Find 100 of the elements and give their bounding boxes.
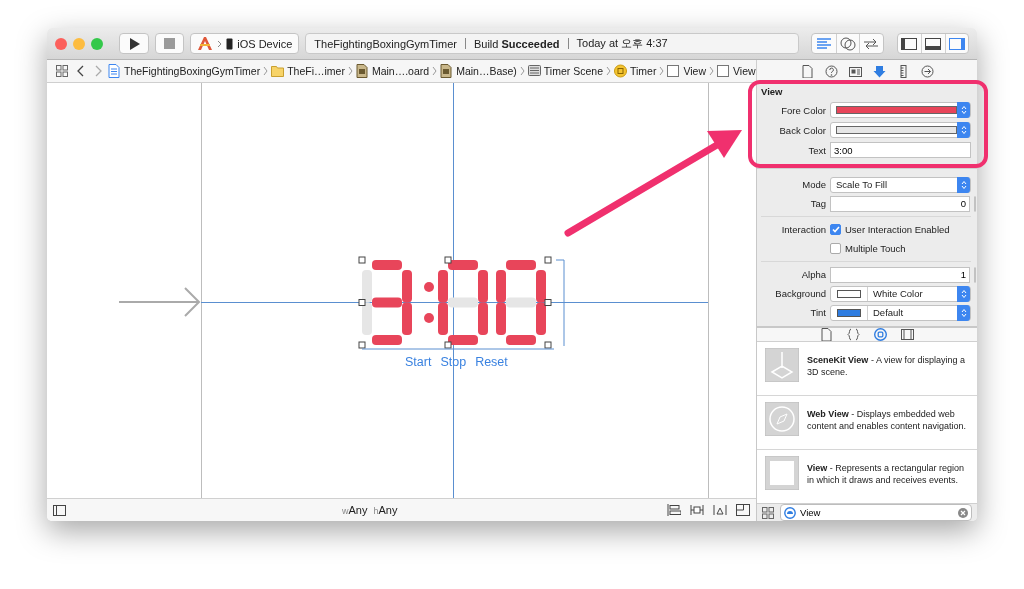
- inspector-tab[interactable]: [848, 64, 862, 78]
- updown-icon: [960, 125, 967, 135]
- project-name: TheFightingBoxingGymTimer: [314, 37, 457, 50]
- lines-icon: [816, 37, 832, 50]
- breadcrumb-item[interactable]: Timer Scene: [527, 64, 603, 78]
- align-button[interactable]: [667, 504, 681, 516]
- arrow-circle-icon: [920, 64, 934, 78]
- canvas-button[interactable]: Start: [405, 355, 432, 369]
- breadcrumb-item[interactable]: View: [717, 64, 756, 78]
- document-icon: [108, 64, 121, 78]
- file-icon: [820, 328, 833, 341]
- color-picker[interactable]: [830, 122, 971, 138]
- grid-view-button[interactable]: [762, 506, 774, 519]
- inspector-tab[interactable]: [872, 64, 886, 78]
- phone-icon: [226, 37, 234, 50]
- mode-dropdown[interactable]: Scale To Fill: [830, 176, 971, 193]
- app-icon: [197, 36, 214, 51]
- library-item-description: SceneKit View - A view for displaying a 3D scene.: [807, 354, 966, 378]
- library-item-description: View - Represents a rectangular region in which it draws and receives events.: [807, 462, 965, 486]
- document-icon: [355, 64, 369, 78]
- folder-icon: [271, 64, 285, 78]
- size-class-control[interactable]: wAny hAny: [342, 504, 398, 516]
- stop-icon: [163, 38, 175, 49]
- field-label: Interaction: [780, 224, 826, 235]
- breadcrumb-item[interactable]: TheFightingBoxingGymTimer: [108, 64, 261, 78]
- field-label: Tint: [809, 307, 826, 318]
- breadcrumb-item[interactable]: Timer: [614, 64, 657, 78]
- inspector-tab[interactable]: [824, 64, 838, 78]
- breadcrumb-item[interactable]: View: [667, 64, 706, 78]
- arrow-down-icon: [872, 64, 886, 78]
- entry-arrow-icon: [119, 287, 201, 317]
- panel-bottom-icon: [925, 37, 942, 50]
- scheme-selector[interactable]: iOS Device: [190, 33, 300, 54]
- field-label: Fore Color: [780, 104, 826, 116]
- filter-field[interactable]: View: [780, 504, 972, 521]
- align-icon: [667, 504, 681, 516]
- grid-icon: [762, 506, 774, 519]
- circles-icon: [839, 36, 856, 51]
- chevron-icon: [217, 39, 223, 48]
- checkbox-label: User Interaction Enabled: [845, 224, 950, 235]
- checkbox[interactable]: [830, 224, 841, 235]
- canvas-button[interactable]: Reset: [475, 355, 508, 369]
- cube-base-icon: [765, 348, 799, 382]
- field-label: Mode: [801, 179, 826, 190]
- square-icon: [667, 64, 681, 78]
- chevron-icon: [659, 66, 665, 76]
- number-field[interactable]: 0: [830, 195, 970, 212]
- film-icon: [901, 328, 914, 341]
- chevron-icon: [347, 66, 353, 76]
- inspector-tab[interactable]: [901, 328, 914, 341]
- section-title: View: [761, 86, 784, 97]
- build-status-label: Build: [473, 37, 499, 50]
- run-button[interactable]: [119, 33, 149, 54]
- checkmark-icon: [831, 226, 840, 233]
- inspector-tab[interactable]: [820, 328, 833, 341]
- breadcrumb-item[interactable]: TheFi…imer: [271, 64, 345, 78]
- color-dropdown[interactable]: Default: [830, 304, 971, 321]
- sidebar-left-icon: [901, 37, 918, 50]
- color-picker[interactable]: [830, 102, 971, 118]
- chevron-icon: [263, 66, 269, 76]
- field-label: Alpha: [800, 269, 826, 280]
- chevron-left-icon: [77, 65, 85, 77]
- pin-button[interactable]: [690, 504, 704, 516]
- utilities-toggle[interactable]: [944, 34, 968, 53]
- circle-square-icon: [874, 328, 887, 341]
- inspector-tab[interactable]: [920, 64, 934, 78]
- checkbox-label: Multiple Touch: [845, 243, 906, 254]
- list-icon: [527, 64, 541, 78]
- checkbox[interactable]: [830, 243, 841, 254]
- pin-icon: [690, 504, 704, 516]
- updown-icon: [960, 179, 967, 190]
- outline-toggle[interactable]: [53, 504, 66, 516]
- breadcrumb-item[interactable]: Main….oard: [355, 64, 430, 78]
- document-icon: [440, 64, 454, 78]
- updown-icon: [960, 307, 967, 318]
- inspector-tab[interactable]: [800, 64, 814, 78]
- triangle-icon: [713, 504, 727, 516]
- related-items-button[interactable]: [53, 65, 71, 77]
- resizing-button[interactable]: [736, 504, 750, 516]
- sidebar-right-icon: [948, 37, 965, 50]
- color-dropdown[interactable]: White Color: [830, 285, 971, 302]
- field-label: Text: [807, 144, 826, 156]
- chevron-right-icon: [94, 65, 102, 77]
- resolve-button[interactable]: [713, 504, 727, 516]
- square-icon: [717, 64, 730, 78]
- breadcrumb-item[interactable]: Main…Base): [440, 64, 517, 78]
- stop-button[interactable]: [154, 33, 185, 54]
- editor-mode-control[interactable]: [811, 33, 884, 54]
- view-toggle-control[interactable]: [896, 33, 969, 54]
- field-label: Tag: [809, 198, 826, 209]
- updown-icon: [960, 105, 967, 115]
- inspector-tab[interactable]: [874, 328, 887, 341]
- play-icon: [127, 37, 140, 50]
- text-field[interactable]: 3:00: [830, 142, 971, 158]
- inspector-tab[interactable]: [847, 328, 860, 341]
- updown-icon: [960, 288, 967, 299]
- selection-handles[interactable]: [358, 256, 568, 352]
- number-field[interactable]: 1: [830, 266, 970, 283]
- resize-icon: [736, 504, 750, 516]
- library-item-description: Web View - Displays embedded web content and enables content navigation.: [807, 408, 968, 432]
